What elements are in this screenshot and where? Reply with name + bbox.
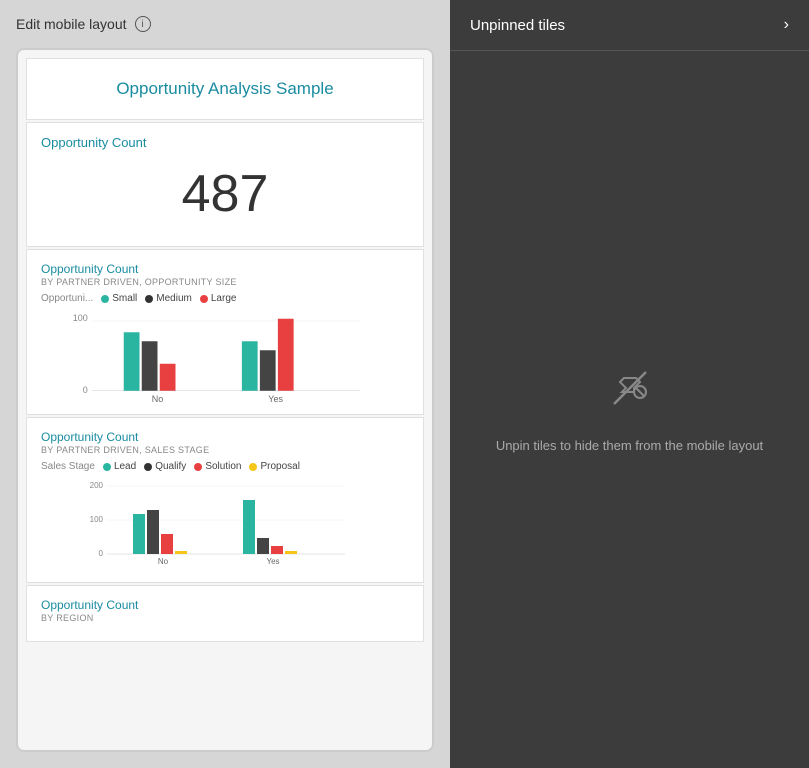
- bar-yes-large: [278, 319, 294, 391]
- left-panel-header: Edit mobile layout i: [16, 16, 434, 32]
- left-panel: Edit mobile layout i Opportunity Analysi…: [0, 0, 450, 768]
- legend-qualify: Qualify: [144, 461, 186, 472]
- legend-label-large: Large: [211, 293, 237, 304]
- legend-dot-small: [101, 295, 109, 303]
- chart1-area: 100 0: [41, 312, 409, 402]
- svg-text:0: 0: [83, 385, 88, 395]
- chart2-svg: 200 100 0: [41, 480, 409, 570]
- legend-dot-solution: [194, 463, 202, 471]
- legend-dot-qualify: [144, 463, 152, 471]
- tile-count: Opportunity Count 487: [26, 122, 424, 247]
- right-panel-header: Unpinned tiles ›: [450, 0, 809, 51]
- chart2-title: Opportunity Count: [41, 430, 409, 444]
- svg-text:100: 100: [90, 515, 104, 524]
- svg-text:No: No: [158, 557, 169, 566]
- legend-label-solution: Solution: [205, 461, 241, 472]
- legend-dot-lead: [103, 463, 111, 471]
- tile-chart1: Opportunity Count BY PARTNER DRIVEN, OPP…: [26, 249, 424, 415]
- legend-label-proposal: Proposal: [260, 461, 299, 472]
- legend-medium: Medium: [145, 293, 192, 304]
- chart1-legend-prefix: Opportuni...: [41, 293, 93, 304]
- chart1-svg: 100 0: [41, 312, 409, 402]
- right-panel-content: Unpin tiles to hide them from the mobile…: [450, 51, 809, 768]
- chart2-area: 200 100 0: [41, 480, 409, 570]
- tile-chart2: Opportunity Count BY PARTNER DRIVEN, SAL…: [26, 417, 424, 583]
- bar-yes-small: [242, 341, 258, 391]
- bar-no-medium: [142, 341, 158, 391]
- chevron-right-icon[interactable]: ›: [784, 16, 789, 34]
- svg-text:0: 0: [99, 549, 104, 558]
- legend-large: Large: [200, 293, 237, 304]
- legend-label-qualify: Qualify: [155, 461, 186, 472]
- tile-region: Opportunity Count BY REGION: [26, 585, 424, 642]
- svg-text:200: 200: [90, 481, 104, 490]
- region-subtitle: BY REGION: [41, 613, 409, 623]
- svg-text:No: No: [152, 394, 164, 402]
- right-panel: Unpinned tiles › Unpin tiles to hide the…: [450, 0, 809, 768]
- legend-label-lead: Lead: [114, 461, 136, 472]
- count-value: 487: [41, 154, 409, 234]
- chart1-title: Opportunity Count: [41, 262, 409, 276]
- legend-label-small: Small: [112, 293, 137, 304]
- svg-text:Yes: Yes: [268, 394, 283, 402]
- count-label: Opportunity Count: [41, 135, 409, 150]
- chart2-legend-prefix: Sales Stage: [41, 461, 95, 472]
- bar-yes-medium: [260, 350, 276, 391]
- svg-text:Yes: Yes: [266, 557, 279, 566]
- tile-header: Opportunity Analysis Sample: [26, 58, 424, 120]
- chart2-legend: Sales Stage Lead Qualify Solution Propos…: [41, 461, 409, 472]
- unpin-icon: [606, 364, 654, 420]
- legend-lead: Lead: [103, 461, 136, 472]
- mobile-frame: Opportunity Analysis Sample Opportunity …: [16, 48, 434, 752]
- legend-solution: Solution: [194, 461, 241, 472]
- chart1-subtitle: BY PARTNER DRIVEN, OPPORTUNITY SIZE: [41, 277, 409, 287]
- legend-dot-large: [200, 295, 208, 303]
- region-title: Opportunity Count: [41, 598, 409, 612]
- svg-text:100: 100: [73, 313, 88, 323]
- info-icon[interactable]: i: [135, 16, 151, 32]
- report-title: Opportunity Analysis Sample: [41, 79, 409, 99]
- bar-no-small: [124, 332, 140, 391]
- legend-label-medium: Medium: [156, 293, 192, 304]
- unpinned-tiles-title: Unpinned tiles: [470, 17, 565, 34]
- bar-no-large: [160, 364, 176, 391]
- legend-dot-proposal: [249, 463, 257, 471]
- unpin-description: Unpin tiles to hide them from the mobile…: [496, 436, 763, 456]
- left-panel-title: Edit mobile layout: [16, 16, 127, 32]
- legend-dot-medium: [145, 295, 153, 303]
- chart1-legend: Opportuni... Small Medium Large: [41, 293, 409, 304]
- chart2-subtitle: BY PARTNER DRIVEN, SALES STAGE: [41, 445, 409, 455]
- legend-proposal: Proposal: [249, 461, 299, 472]
- legend-small: Small: [101, 293, 137, 304]
